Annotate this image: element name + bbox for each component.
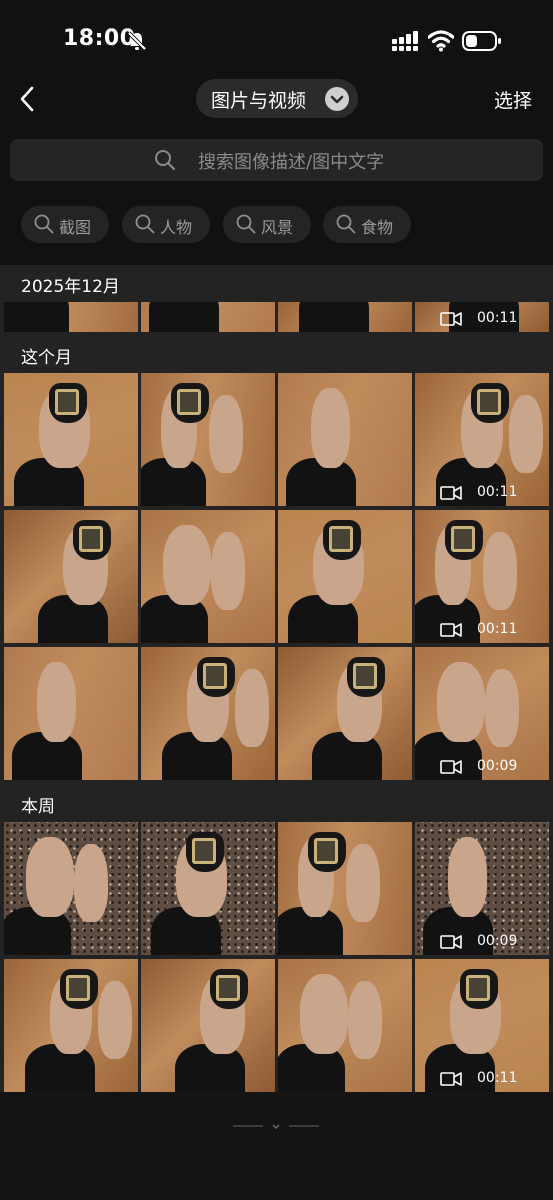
video-camera-icon <box>440 760 462 774</box>
filter-chip[interactable]: 截图 <box>21 206 109 243</box>
status-bar: 18:00 <box>0 0 553 80</box>
video-badge: 00:11 <box>429 480 549 506</box>
section-header: 本周 <box>21 797 55 817</box>
photo-thumbnail[interactable] <box>4 302 138 332</box>
video-badge: 00:11 <box>429 617 549 643</box>
scroll-indicator <box>233 1124 319 1130</box>
cellular-signal-icon <box>392 31 418 51</box>
video-camera-icon <box>440 935 462 949</box>
wifi-icon <box>428 30 454 52</box>
filter-chip-label: 风景 <box>261 218 294 237</box>
photo-thumbnail[interactable] <box>141 302 275 332</box>
filter-chip-label: 截图 <box>59 218 92 237</box>
video-badge: 00:11 <box>429 1066 549 1092</box>
filter-chip-label: 食物 <box>361 218 394 237</box>
status-time: 18:00 <box>63 26 136 51</box>
filter-chip[interactable]: 食物 <box>323 206 411 243</box>
search-icon <box>155 150 175 170</box>
photo-thumbnail[interactable] <box>4 373 138 506</box>
video-duration: 00:11 <box>477 621 518 637</box>
video-thumbnail[interactable]: 00:09 <box>415 647 549 780</box>
photo-thumbnail[interactable] <box>141 510 275 643</box>
video-camera-icon <box>440 623 462 637</box>
video-duration: 00:09 <box>477 933 518 949</box>
video-duration: 00:11 <box>477 310 518 326</box>
video-badge: 00:11 <box>429 306 549 332</box>
bottom-area <box>0 1092 553 1200</box>
photo-thumbnail[interactable] <box>141 822 275 955</box>
filter-chip[interactable]: 风景 <box>223 206 311 243</box>
photo-thumbnail[interactable] <box>278 822 412 955</box>
section-header: 2025年12月 <box>21 277 120 297</box>
photo-thumbnail[interactable] <box>141 959 275 1092</box>
photo-thumbnail[interactable] <box>4 647 138 780</box>
photo-thumbnail[interactable] <box>278 302 412 332</box>
search-placeholder: 搜索图像描述/图中文字 <box>198 152 385 173</box>
photo-thumbnail[interactable] <box>278 647 412 780</box>
video-badge: 00:09 <box>429 754 549 780</box>
video-thumbnail[interactable]: 00:11 <box>415 373 549 506</box>
photo-thumbnail[interactable] <box>141 647 275 780</box>
video-thumbnail[interactable]: 00:09 <box>415 822 549 955</box>
filter-chip[interactable]: 人物 <box>122 206 210 243</box>
video-camera-icon <box>440 312 462 326</box>
album-title-dropdown[interactable]: 图片与视频 <box>196 79 358 118</box>
photo-thumbnail[interactable] <box>278 510 412 643</box>
photo-thumbnail[interactable] <box>141 373 275 506</box>
video-duration: 00:11 <box>477 1070 518 1086</box>
album-title: 图片与视频 <box>211 90 307 112</box>
photo-thumbnail[interactable] <box>278 373 412 506</box>
photo-thumbnail[interactable] <box>278 959 412 1092</box>
video-thumbnail[interactable]: 00:11 <box>415 510 549 643</box>
photo-thumbnail[interactable] <box>4 959 138 1092</box>
battery-icon <box>462 31 501 51</box>
video-camera-icon <box>440 1072 462 1086</box>
select-button[interactable]: 选择 <box>494 86 532 113</box>
photo-thumbnail[interactable] <box>4 510 138 643</box>
video-camera-icon <box>440 486 462 500</box>
photo-thumbnail[interactable] <box>4 822 138 955</box>
search-icon <box>135 214 155 234</box>
section-header: 这个月 <box>21 348 72 368</box>
chevron-down-icon <box>325 87 349 111</box>
video-duration: 00:11 <box>477 484 518 500</box>
search-input[interactable]: 搜索图像描述/图中文字 <box>10 139 543 181</box>
video-duration: 00:09 <box>477 758 518 774</box>
filter-chip-label: 人物 <box>160 218 193 237</box>
bell-muted-icon <box>127 31 147 51</box>
video-thumbnail[interactable]: 00:11 <box>415 302 549 332</box>
chevron-left-icon <box>20 86 34 112</box>
video-badge: 00:09 <box>429 929 549 955</box>
search-icon <box>236 214 256 234</box>
back-button[interactable] <box>14 82 42 116</box>
search-icon <box>34 214 54 234</box>
video-thumbnail[interactable]: 00:11 <box>415 959 549 1092</box>
search-icon <box>336 214 356 234</box>
